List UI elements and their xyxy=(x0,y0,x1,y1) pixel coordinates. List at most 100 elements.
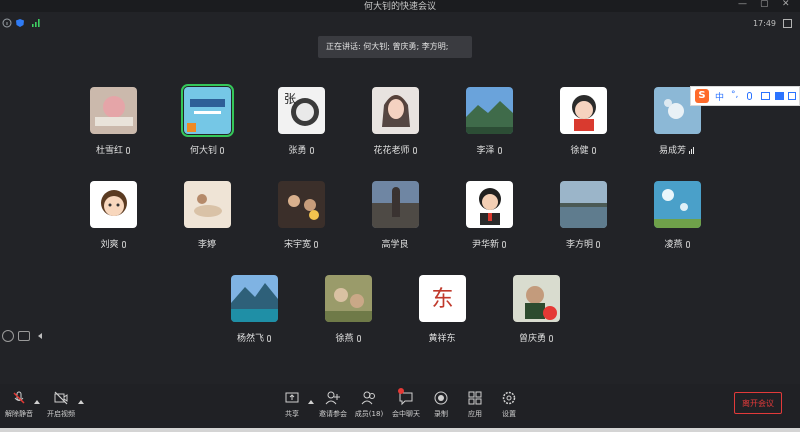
ime-voice-icon[interactable] xyxy=(747,92,752,100)
chat-bubble-icon[interactable] xyxy=(18,331,30,341)
participant-avatar: 东 xyxy=(419,275,466,322)
microphone-icon xyxy=(497,147,502,154)
gear-icon xyxy=(502,391,516,405)
avatar-calligraphy: 东 xyxy=(431,287,453,312)
audio-level-icon xyxy=(689,147,695,157)
participant-tile[interactable]: 凌燕 xyxy=(642,181,712,251)
microphone-icon xyxy=(502,241,506,248)
participant-avatar xyxy=(372,87,419,134)
share-button[interactable]: 共享 xyxy=(280,390,304,419)
participant-tile[interactable]: 尹华新 xyxy=(454,181,524,251)
participant-tile[interactable]: 高学良 xyxy=(360,181,430,251)
participant-name: 杨然飞 xyxy=(236,334,264,344)
microphone-icon xyxy=(126,147,130,154)
apps-button[interactable]: 应用 xyxy=(464,390,486,419)
members-icon xyxy=(361,391,375,405)
ime-toolbar[interactable]: S 中 °, xyxy=(690,86,800,106)
participant-tile[interactable]: 李方明 xyxy=(548,181,618,251)
ime-skin-icon[interactable] xyxy=(775,92,784,100)
participant-name: 花花老师 xyxy=(373,146,410,156)
participant-tile[interactable]: 张 张勇 xyxy=(266,87,336,157)
collapse-arrow-icon[interactable] xyxy=(38,333,42,339)
taskbar-edge xyxy=(0,428,800,432)
meeting-toolbar: 解除静音 开启视频 共享 邀请参会 成员(18) 会中聊天 录制 应用 设置 xyxy=(0,384,800,432)
close-button[interactable]: ✕ xyxy=(782,0,790,9)
ime-mode-label[interactable]: 中 xyxy=(715,90,724,103)
participant-avatar xyxy=(90,87,137,134)
video-off-icon xyxy=(54,391,68,405)
signal-strength-icon[interactable] xyxy=(31,18,41,28)
participant-avatar xyxy=(90,181,137,228)
maximize-button[interactable]: ▢ xyxy=(760,0,769,9)
participant-avatar xyxy=(466,181,513,228)
participant-tile[interactable]: 李泽 xyxy=(454,87,524,157)
participant-tile[interactable]: 宋宇宽 xyxy=(266,181,336,251)
participant-name: 杜雪红 xyxy=(95,146,123,156)
ime-punctuation[interactable]: °, xyxy=(731,90,738,100)
participant-name: 易成芳 xyxy=(658,146,686,156)
audio-options-caret[interactable] xyxy=(34,400,40,404)
participant-tile[interactable]: 杜雪红 xyxy=(78,87,148,157)
microphone-muted-icon xyxy=(13,391,25,404)
participant-tile[interactable]: 东 黄祥东 xyxy=(407,275,477,345)
settings-button[interactable]: 设置 xyxy=(498,390,520,419)
microphone-icon xyxy=(314,241,318,248)
unmute-button[interactable]: 解除静音 xyxy=(2,390,36,419)
apps-icon xyxy=(468,391,482,405)
microphone-icon xyxy=(685,241,690,248)
members-button[interactable]: 成员(18) xyxy=(354,390,384,419)
minimize-button[interactable]: — xyxy=(738,0,747,9)
meeting-time: 17:49 xyxy=(752,19,776,28)
participant-tile[interactable]: 刘爽 xyxy=(78,181,148,251)
participant-tile[interactable]: 何大钊 xyxy=(172,84,242,157)
participant-avatar xyxy=(372,181,419,228)
window-titlebar: 何大钊的快速会议 — ▢ ✕ xyxy=(0,0,800,12)
participant-name: 徐健 xyxy=(570,146,589,156)
participant-avatar xyxy=(654,181,701,228)
participant-name: 李泽 xyxy=(476,146,495,156)
participant-name: 高学良 xyxy=(381,240,409,250)
sogou-logo-icon: S xyxy=(695,89,709,103)
microphone-icon xyxy=(267,335,271,342)
ime-keyboard-icon[interactable] xyxy=(761,92,770,100)
participant-tile[interactable]: 徐健 xyxy=(548,87,618,157)
participant-name: 李方明 xyxy=(565,240,593,250)
participant-name: 尹华新 xyxy=(471,240,499,250)
chat-button[interactable]: 会中聊天 xyxy=(390,388,422,419)
participant-avatar xyxy=(278,181,325,228)
leave-meeting-button[interactable]: 离开会议 xyxy=(734,392,782,414)
top-info-bar: 17:49 xyxy=(0,12,800,36)
speaking-indicator: 正在讲话: 何大钊; 曾庆勇; 李方明; xyxy=(318,36,472,58)
participant-avatar xyxy=(184,181,231,228)
ime-toolbox-icon[interactable] xyxy=(788,92,796,100)
info-icon[interactable] xyxy=(2,18,12,28)
invite-button[interactable]: 邀请参会 xyxy=(318,390,348,419)
participant-name: 宋宇宽 xyxy=(283,240,311,250)
record-icon xyxy=(434,391,448,405)
microphone-icon xyxy=(309,147,314,154)
participant-tile[interactable]: 曾庆勇 xyxy=(501,275,571,345)
participant-tile[interactable]: 徐燕 xyxy=(313,275,383,345)
microphone-icon xyxy=(412,147,417,154)
gallery-controls xyxy=(0,328,52,346)
microphone-icon xyxy=(356,335,361,342)
participant-tile[interactable]: 花花老师 xyxy=(360,87,430,157)
security-shield-icon[interactable] xyxy=(15,18,25,28)
record-button[interactable]: 录制 xyxy=(430,390,452,419)
participant-avatar xyxy=(560,87,607,134)
video-options-caret[interactable] xyxy=(78,400,84,404)
participant-name: 李婷 xyxy=(197,240,216,250)
participant-name: 何大钊 xyxy=(189,146,217,156)
participant-name: 黄祥东 xyxy=(428,334,456,344)
participant-avatar xyxy=(560,181,607,228)
participant-name: 刘爽 xyxy=(100,240,119,250)
participant-avatar xyxy=(466,87,513,134)
participant-tile[interactable]: 李婷 xyxy=(172,181,242,251)
participant-avatar xyxy=(325,275,372,322)
start-video-button[interactable]: 开启视频 xyxy=(44,390,78,419)
participant-tile[interactable]: 杨然飞 xyxy=(219,275,289,345)
fullscreen-icon[interactable] xyxy=(783,19,792,28)
emoji-icon[interactable] xyxy=(2,330,14,342)
share-options-caret[interactable] xyxy=(308,400,314,404)
share-screen-icon xyxy=(285,392,299,403)
